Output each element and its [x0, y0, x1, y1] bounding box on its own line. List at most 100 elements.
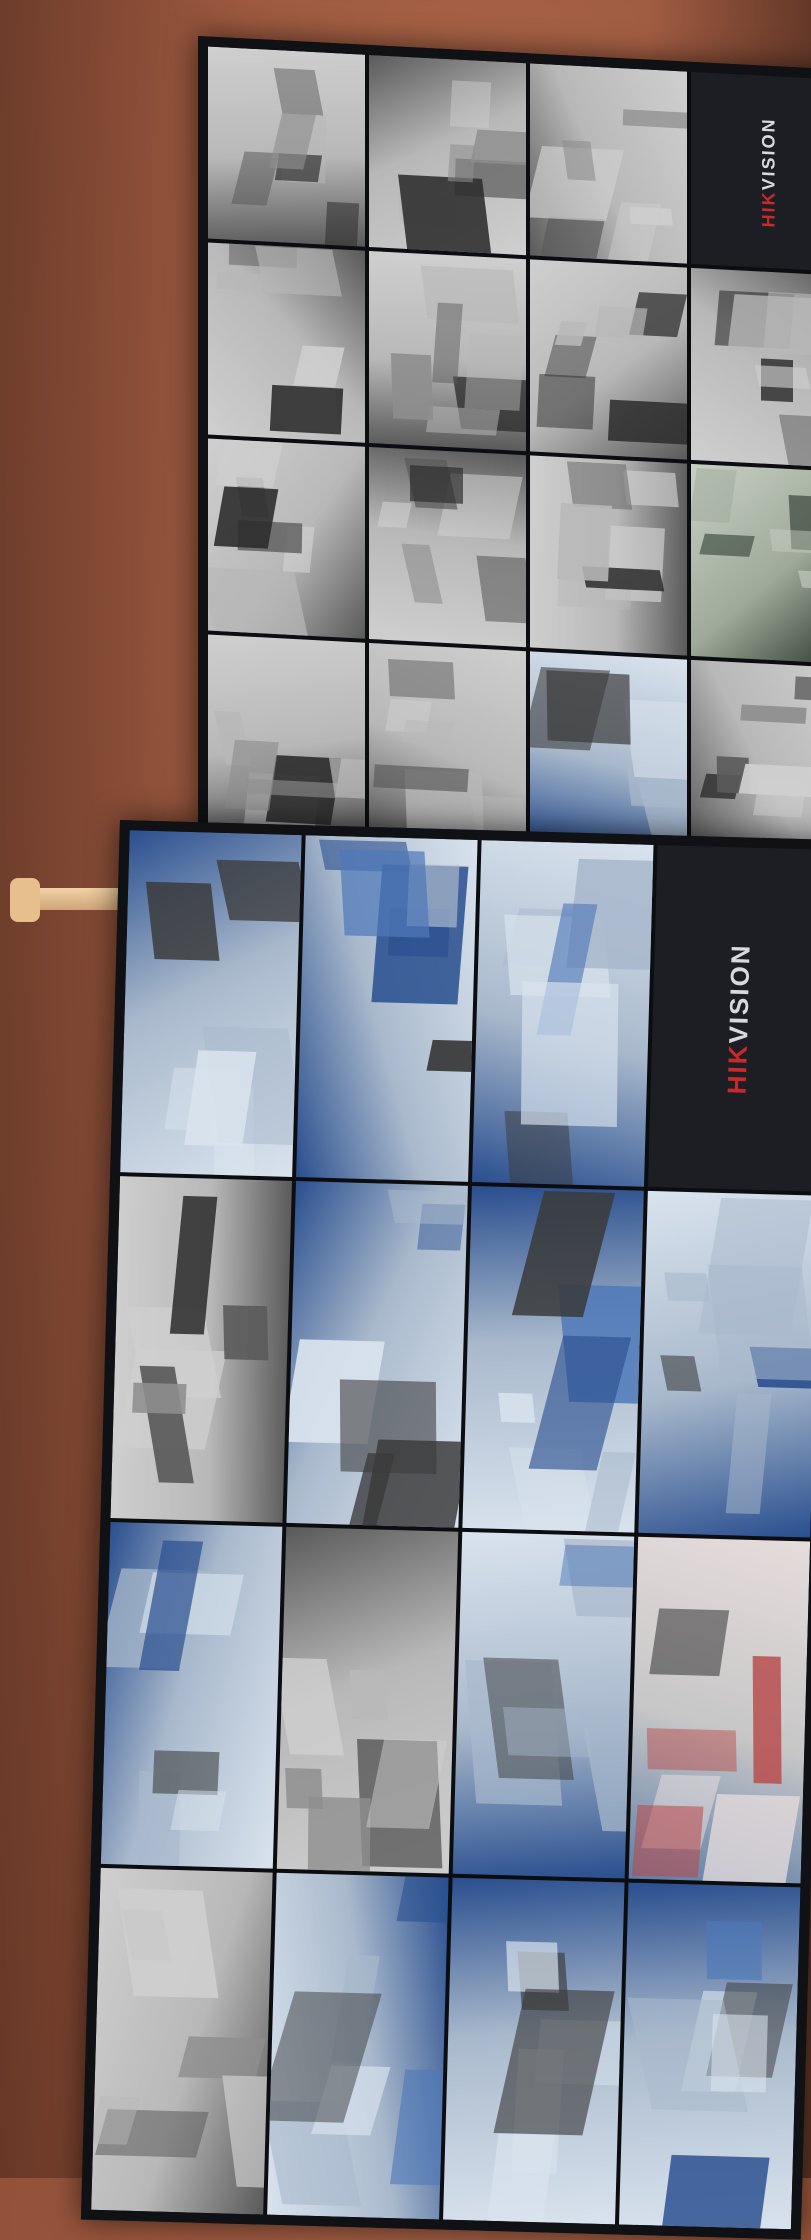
feed-shape [622, 109, 687, 130]
feed-shape [213, 486, 279, 549]
feed-shape [493, 1988, 615, 2136]
feed-shape [425, 406, 500, 436]
camera-feed-tile [443, 1877, 625, 2225]
feed-shape [623, 470, 679, 508]
feed-shape [373, 764, 469, 793]
feed-shape [659, 2155, 770, 2230]
feed-shape [285, 1767, 323, 1810]
hikvision-logo: HIKVISION [759, 116, 780, 227]
camera-feed-tile [530, 455, 687, 656]
feed-shape [132, 1382, 187, 1414]
feed-shape [794, 675, 811, 702]
feed-shape [520, 981, 618, 1128]
logo-suffix: VISION [758, 116, 779, 191]
camera-feed-tile [91, 1867, 273, 2215]
feed-shape [623, 699, 687, 781]
camera-feed-tile [286, 1181, 468, 1528]
feed-shape [738, 763, 811, 798]
feed-shape [276, 1657, 345, 1757]
hikvision-logo-tile: HIKVISION [647, 845, 811, 1192]
feed-shape [778, 414, 811, 469]
feed-shape [660, 1354, 702, 1392]
feed-shape [502, 1707, 592, 1758]
feed-shape [216, 859, 302, 923]
camera-feed-tile [369, 642, 526, 844]
feed-shape [390, 353, 434, 421]
camera-feed-tile [110, 1176, 292, 1523]
camera-feed-tile [530, 651, 687, 852]
feed-shape [528, 1335, 632, 1471]
camera-feed-tile [208, 438, 365, 639]
feed-shape [401, 543, 443, 604]
feed-shape [170, 1196, 218, 1335]
feed-shape [754, 364, 811, 390]
feed-shape [580, 1713, 635, 1834]
feed-shape [269, 385, 344, 435]
feed-shape [725, 1393, 772, 1514]
feed-shape [691, 467, 737, 523]
feed-shape [421, 265, 520, 324]
feed-shape [387, 1189, 468, 1226]
feed-shape [546, 670, 631, 745]
camera-feed-tile [462, 1185, 644, 1533]
feed-shape [798, 569, 811, 589]
feed-shape [708, 1264, 811, 1381]
feed-shape [152, 1750, 220, 1796]
camera-feed-tile [452, 1531, 635, 1879]
feed-shape [536, 373, 595, 430]
feed-shape [740, 704, 807, 724]
feed-shape [377, 501, 413, 529]
camera-feed-tile [618, 1882, 801, 2230]
feed-shape [752, 1656, 782, 1784]
feed-shape [339, 1379, 437, 1475]
logo-prefix: HIK [721, 1042, 753, 1095]
feed-shape [349, 1669, 388, 1720]
feed-shape [324, 201, 360, 247]
camera-grid-top: HIKVISION [208, 46, 811, 861]
camera-feed-tile [120, 830, 302, 1177]
feed-shape [117, 1888, 219, 1999]
monitor-top: HIKVISION [198, 36, 811, 871]
camera-feed-tile [530, 259, 687, 460]
wall-bracket-mount [10, 878, 40, 922]
feed-shape [398, 174, 493, 256]
feed-shape [390, 2069, 449, 2186]
feed-shape [432, 302, 464, 384]
feed-shape [214, 439, 283, 489]
monitor-bottom: HIKVISION [80, 820, 811, 2240]
camera-feed-tile [208, 634, 365, 835]
feed-shape [396, 1876, 449, 1924]
camera-feed-tile [472, 840, 654, 1187]
feed-shape [711, 2013, 768, 2093]
feed-shape [607, 399, 687, 446]
camera-feed-tile [208, 46, 365, 247]
feed-shape [664, 1272, 710, 1302]
camera-feed-tile [638, 1190, 811, 1538]
camera-feed-tile [369, 54, 526, 256]
camera-feed-tile [369, 446, 526, 648]
camera-grid-bottom: HIKVISION [91, 830, 811, 2230]
camera-feed-tile [208, 242, 365, 443]
camera-feed-tile [369, 250, 526, 452]
feed-shape [223, 1304, 269, 1361]
camera-feed-tile [276, 1526, 459, 1874]
feed-shape [410, 464, 463, 504]
feed-shape [498, 1393, 535, 1424]
feed-shape [426, 1039, 478, 1074]
feed-shape [769, 528, 811, 555]
feed-shape [170, 1790, 227, 1832]
feed-shape [208, 567, 310, 639]
feed-shape [470, 129, 526, 166]
feed-shape [706, 1920, 762, 1981]
feed-shape [293, 345, 346, 387]
feed-shape [505, 1940, 560, 1993]
hikvision-logo: HIKVISION [721, 942, 756, 1094]
feed-shape [145, 881, 220, 961]
feed-shape [699, 533, 756, 558]
feed-shape [339, 848, 431, 938]
feed-shape [401, 719, 454, 745]
feed-shape [556, 503, 612, 582]
camera-feed-tile [691, 463, 811, 665]
logo-suffix: VISION [722, 942, 756, 1044]
feed-shape [646, 1727, 737, 1772]
